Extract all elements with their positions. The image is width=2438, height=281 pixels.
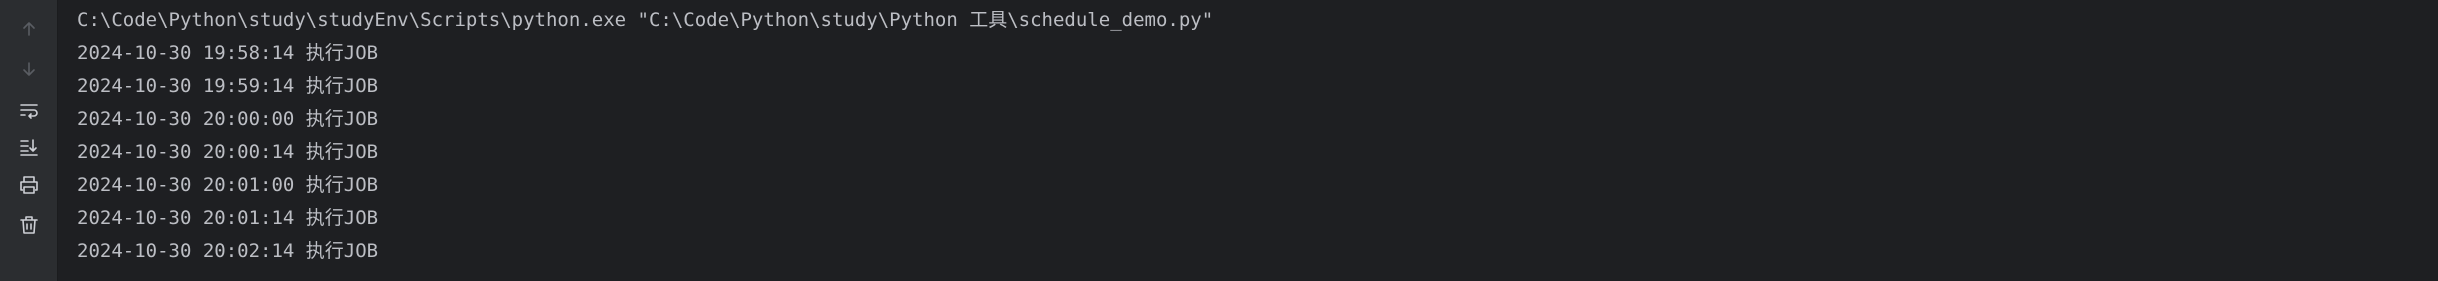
down-stack-trace-button[interactable] xyxy=(13,53,45,85)
console-output-line: 2024-10-30 19:59:14 执行JOB xyxy=(77,75,379,97)
console-output[interactable]: C:\Code\Python\study\studyEnv\Scripts\py… xyxy=(77,4,2438,268)
soft-wrap-icon xyxy=(20,104,38,119)
print-button[interactable] xyxy=(13,169,45,201)
up-stack-trace-button[interactable] xyxy=(13,13,45,45)
scroll-to-end-icon xyxy=(20,139,38,156)
console-output-line: 2024-10-30 20:01:14 执行JOB xyxy=(77,207,379,229)
console-output-line: 2024-10-30 20:01:00 执行JOB xyxy=(77,174,379,196)
console-output-line: 2024-10-30 20:00:00 执行JOB xyxy=(77,108,379,130)
console-toolbar xyxy=(0,0,58,281)
print-icon xyxy=(20,176,38,194)
arrow-down-icon xyxy=(23,62,35,76)
arrow-up-icon xyxy=(23,22,35,36)
console-output-line: 2024-10-30 20:02:14 执行JOB xyxy=(77,240,379,262)
console-output-line: 2024-10-30 20:00:14 执行JOB xyxy=(77,141,379,163)
run-console-window: C:\Code\Python\study\studyEnv\Scripts\py… xyxy=(0,0,2438,281)
soft-wrap-button[interactable] xyxy=(13,95,45,127)
console-output-line: 2024-10-30 19:58:14 执行JOB xyxy=(77,42,379,64)
clear-all-button[interactable] xyxy=(13,209,45,241)
scroll-to-end-button[interactable] xyxy=(13,131,45,163)
trash-icon xyxy=(20,216,38,234)
console-command-line: C:\Code\Python\study\studyEnv\Scripts\py… xyxy=(77,9,1214,31)
